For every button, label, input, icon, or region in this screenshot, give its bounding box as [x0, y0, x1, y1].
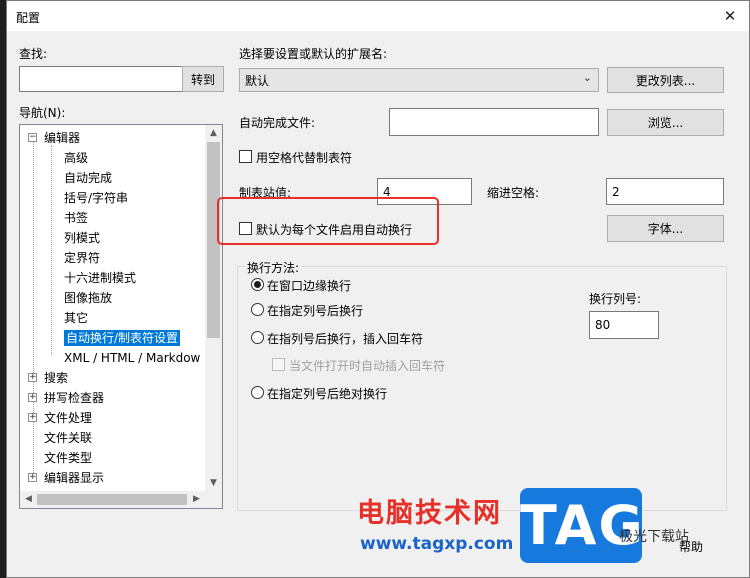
search-input[interactable]: [19, 66, 183, 92]
indent-label: 缩进空格:: [487, 186, 540, 200]
use-spaces-checkbox[interactable]: [239, 150, 252, 163]
wrap-column-label: 换行列号:: [589, 292, 642, 306]
collapse-icon[interactable]: −: [28, 133, 37, 142]
tree-item-delimiters[interactable]: 定界符: [64, 248, 100, 268]
wrap-absolute-label: 在指定列号后绝对换行: [267, 387, 388, 401]
config-dialog: 配置 ✕ 查找: 转到 导航(N): − 编辑器 高级 自动完成 括号/字符串 …: [6, 0, 750, 578]
tree-item-editor[interactable]: − 编辑器: [28, 128, 80, 148]
use-spaces-label: 用空格代替制表符: [256, 151, 353, 165]
indent-input[interactable]: [606, 178, 724, 205]
tree-item-xml-html-markdown[interactable]: XML / HTML / Markdow: [64, 348, 200, 368]
tree-item-brackets[interactable]: 括号/字符串: [64, 188, 128, 208]
tree-item-column-mode[interactable]: 列模式: [64, 228, 100, 248]
tree-item-search[interactable]: + 搜索: [28, 368, 68, 388]
wrap-method-label: 换行方法:: [245, 259, 302, 276]
tree-item-hex-mode[interactable]: 十六进制模式: [64, 268, 136, 288]
help-button[interactable]: 帮助: [679, 538, 703, 555]
watermark-text: 电脑技术网: [357, 498, 502, 529]
extension-select[interactable]: 默认 ⌄: [239, 68, 599, 92]
tree-item-bookmarks[interactable]: 书签: [64, 208, 88, 228]
tree-guide-line: [33, 139, 34, 481]
tree-item-image-drop[interactable]: 图像拖放: [64, 288, 112, 308]
tree-item-file-types[interactable]: 文件类型: [44, 448, 92, 468]
search-label: 查找:: [19, 47, 48, 61]
extension-selected-value: 默认: [245, 74, 270, 88]
scroll-right-icon[interactable]: ▶: [188, 491, 205, 508]
wrap-column-input[interactable]: [589, 311, 659, 339]
expand-icon[interactable]: +: [28, 393, 37, 402]
change-list-button[interactable]: 更改列表...: [607, 67, 724, 93]
autocomplete-file-label: 自动完成文件:: [239, 116, 316, 130]
tree-item-advanced[interactable]: 高级: [64, 148, 88, 168]
scroll-left-icon[interactable]: ◀: [20, 491, 37, 508]
tree-item-editor-display[interactable]: + 编辑器显示: [28, 468, 104, 488]
expand-icon[interactable]: +: [28, 473, 37, 482]
expand-icon[interactable]: +: [28, 413, 37, 422]
tree-item-file-handling[interactable]: + 文件处理: [28, 408, 92, 428]
wrap-insert-cr-radio[interactable]: [251, 331, 264, 344]
chevron-down-icon: ⌄: [582, 71, 592, 84]
goto-button[interactable]: 转到: [182, 66, 224, 92]
scroll-down-icon[interactable]: ▼: [205, 475, 222, 492]
expand-icon[interactable]: +: [28, 373, 37, 382]
tree-item-file-associations[interactable]: 文件关联: [44, 428, 92, 448]
font-button[interactable]: 字体...: [607, 215, 724, 242]
wrap-insert-cr-label: 在指列号后换行，插入回车符: [267, 332, 424, 346]
tree-item-other[interactable]: 其它: [64, 308, 88, 328]
highlight-box: [217, 197, 439, 245]
tree-item-autocomplete[interactable]: 自动完成: [64, 168, 112, 188]
browse-button[interactable]: 浏览...: [607, 109, 724, 136]
wrap-absolute-radio[interactable]: [251, 386, 264, 399]
wrap-window-edge-label: 在窗口边缘换行: [267, 279, 352, 293]
scroll-up-icon[interactable]: ▲: [205, 125, 222, 142]
extension-label: 选择要设置或默认的扩展名:: [239, 47, 388, 61]
tree-item-wrap-tab-settings[interactable]: 自动换行/制表符设置: [62, 328, 182, 348]
wrap-at-column-radio[interactable]: [251, 303, 264, 316]
insert-on-open-label: 当文件打开时自动插入回车符: [289, 359, 446, 373]
nav-tree[interactable]: − 编辑器 高级 自动完成 括号/字符串 书签 列模式 定界符 十六进制模式 图…: [19, 124, 223, 509]
close-icon[interactable]: ✕: [719, 5, 741, 27]
tree-guide-line: [51, 145, 52, 355]
tree-item-spellcheck[interactable]: + 拼写检查器: [28, 388, 104, 408]
title-bar: 配置 ✕: [7, 1, 749, 31]
nav-label: 导航(N):: [19, 106, 66, 120]
watermark-url: www.tagxp.com: [360, 534, 514, 554]
insert-on-open-checkbox[interactable]: [272, 358, 285, 371]
tree-horizontal-scrollbar[interactable]: ◀ ▶: [20, 491, 222, 508]
wrap-window-edge-radio[interactable]: [251, 278, 264, 291]
scroll-thumb[interactable]: [37, 494, 187, 505]
window-title: 配置: [16, 11, 41, 25]
tree-vertical-scrollbar[interactable]: ▲ ▼: [205, 125, 222, 492]
autocomplete-file-input[interactable]: [389, 108, 599, 136]
wrap-at-column-label: 在指定列号后换行: [267, 304, 364, 318]
